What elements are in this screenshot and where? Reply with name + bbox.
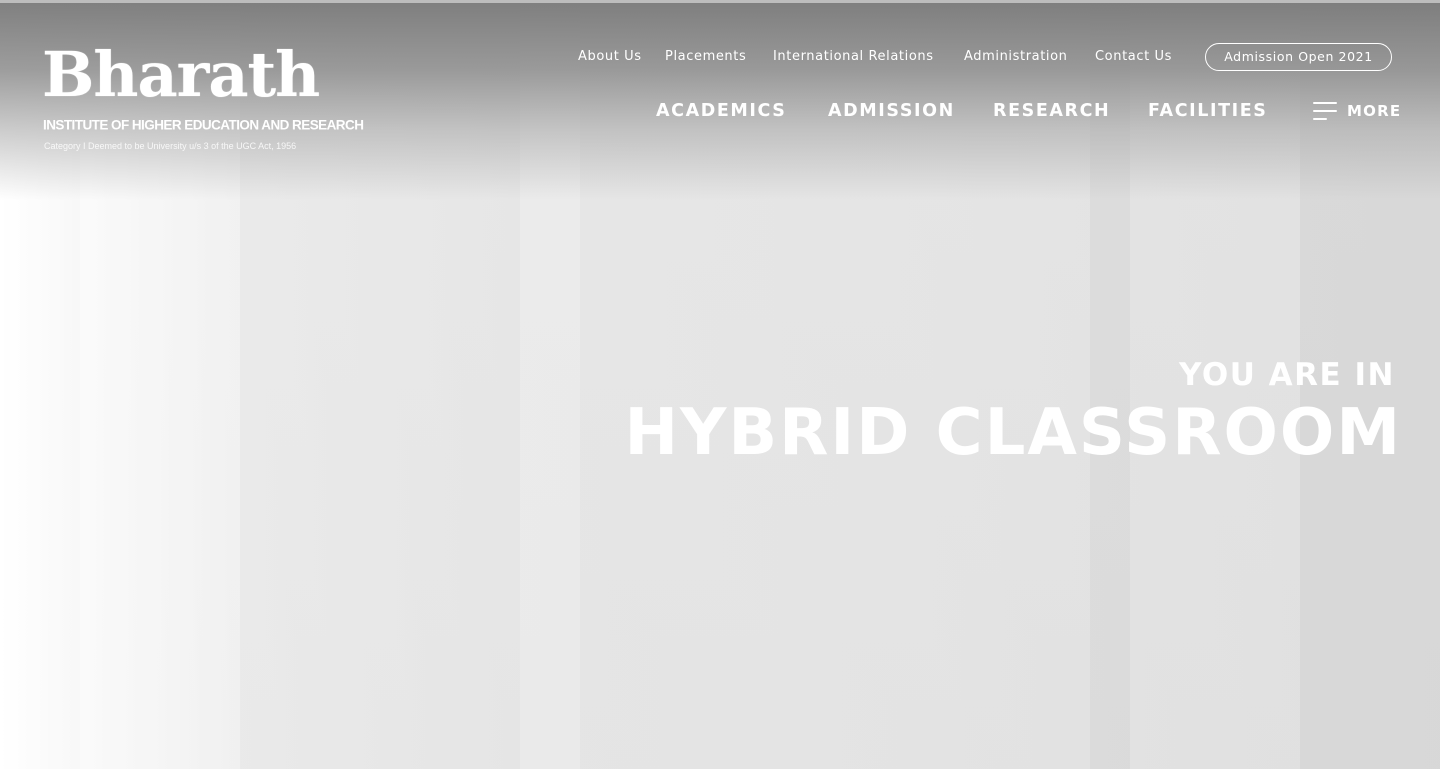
main-nav-admission[interactable]: ADMISSION [828,99,955,123]
nav-link-placements[interactable]: Placements [665,47,746,67]
more-label: MORE [1347,102,1402,120]
site-logo[interactable]: Bharath INSTITUTE OF HIGHER EDUCATION AN… [42,38,364,156]
hero-title: HYBRID CLASSROOM [624,396,1402,470]
main-nav-facilities[interactable]: FACILITIES [1148,99,1268,123]
logo-wordmark: Bharath [42,38,320,111]
nav-link-administration[interactable]: Administration [964,47,1068,67]
hamburger-menu-icon [1313,102,1339,120]
top-line [0,0,1440,3]
hero-pre-title: YOU ARE IN [1179,357,1395,393]
main-nav-research[interactable]: RESEARCH [993,99,1110,123]
nav-link-contact-us[interactable]: Contact Us [1095,47,1172,67]
logo-subtitle: INSTITUTE OF HIGHER EDUCATION AND RESEAR… [43,117,364,133]
logo-tagline: Category I Deemed to be University u/s 3… [44,141,297,151]
nav-link-about-us[interactable]: About Us [578,47,642,67]
main-nav-academics[interactable]: ACADEMICS [656,99,787,123]
admission-open-button[interactable]: Admission Open 2021 [1205,43,1392,71]
nav-link-international-relations[interactable]: International Relations [773,47,934,67]
